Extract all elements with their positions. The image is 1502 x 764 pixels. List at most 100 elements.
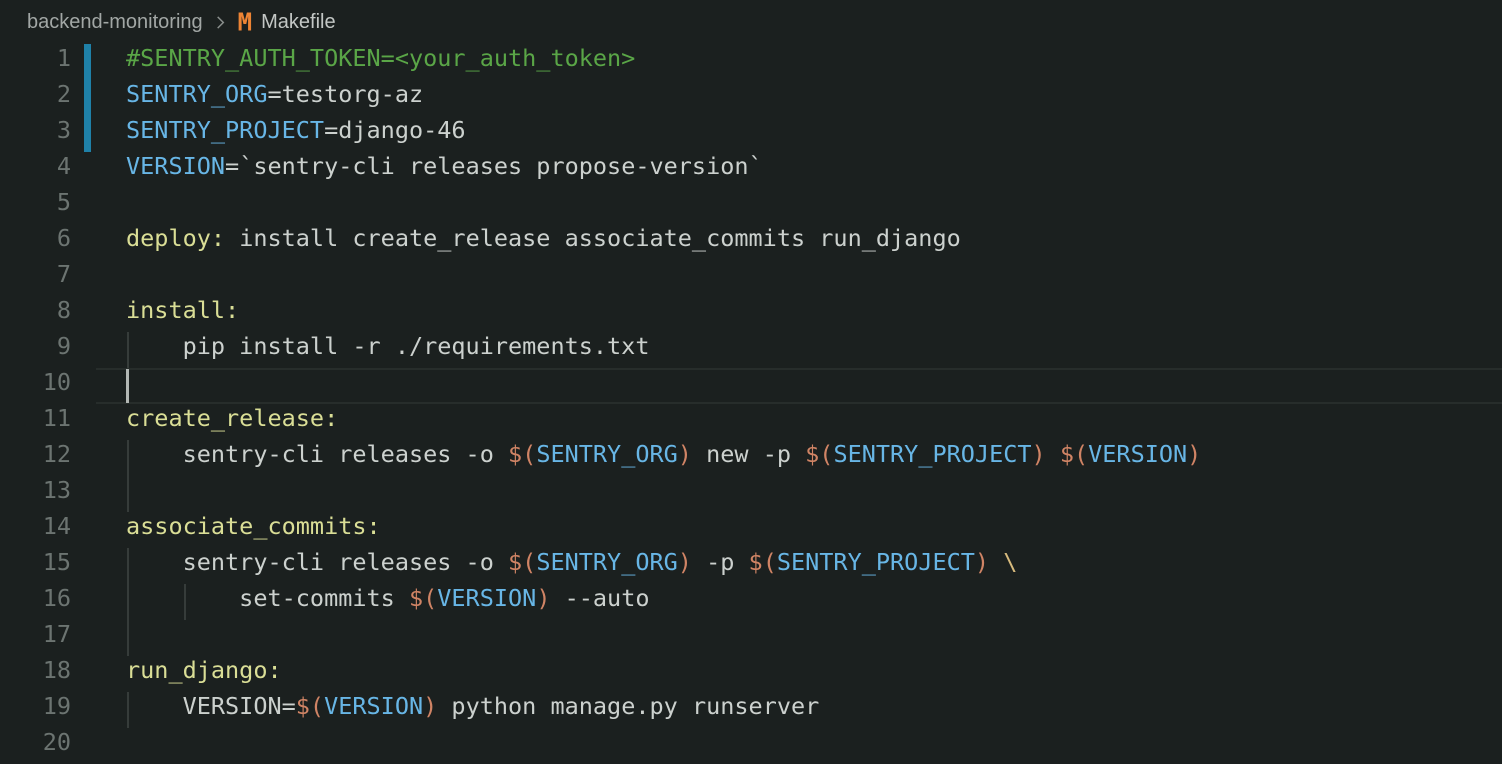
code-line-content[interactable]: create_release: <box>126 404 338 440</box>
line-number[interactable]: 8 <box>0 296 71 332</box>
code-token-punct: ) <box>678 548 692 576</box>
code-line: 3 SENTRY_PROJECT=django-46 <box>0 116 1502 152</box>
code-line: 2 SENTRY_ORG=testorg-az <box>0 80 1502 116</box>
code-line-content[interactable]: SENTRY_ORG=testorg-az <box>126 80 423 116</box>
code-token-punct: $( <box>296 692 324 720</box>
line-number[interactable]: 20 <box>0 728 71 764</box>
line-number[interactable]: 2 <box>0 80 71 116</box>
code-line-content[interactable]: #SENTRY_AUTH_TOKEN=<your_auth_token> <box>126 44 635 80</box>
line-number[interactable]: 18 <box>0 656 71 692</box>
code-token-punct: $( <box>1060 440 1088 468</box>
code-line: 1 #SENTRY_AUTH_TOKEN=<your_auth_token> <box>0 44 1502 80</box>
line-number[interactable]: 12 <box>0 440 71 476</box>
code-token-punct: $( <box>749 548 777 576</box>
code-token-var: VERSION <box>324 692 423 720</box>
code-line-content[interactable]: deploy: install create_release associate… <box>126 224 961 260</box>
indent-guide <box>184 584 186 620</box>
breadcrumb-folder[interactable]: backend-monitoring <box>27 11 203 34</box>
code-token-plain: set-commits <box>126 584 409 612</box>
indent-guide <box>127 584 129 620</box>
code-token-plain: install create_release associate_commits… <box>225 224 961 252</box>
code-line-content[interactable]: associate_commits: <box>126 512 381 548</box>
code-token-var: VERSION <box>1088 440 1187 468</box>
code-line: 18 run_django: <box>0 656 1502 692</box>
code-token-target: run_django: <box>126 656 282 684</box>
line-number[interactable]: 3 <box>0 116 71 152</box>
line-number[interactable]: 11 <box>0 404 71 440</box>
text-cursor <box>126 369 129 403</box>
code-token-punct: $( <box>409 584 437 612</box>
indent-guide <box>127 620 129 656</box>
git-modified-indicator[interactable] <box>84 80 91 116</box>
line-number[interactable]: 15 <box>0 548 71 584</box>
code-token-punct: ) <box>678 440 692 468</box>
line-number[interactable]: 19 <box>0 692 71 728</box>
code-line-content[interactable]: set-commits $(VERSION) --auto <box>126 584 650 620</box>
line-number[interactable]: 10 <box>0 368 71 404</box>
code-token-punct: ) <box>423 692 437 720</box>
code-token-punct: ) <box>1187 440 1201 468</box>
code-line-content[interactable]: sentry-cli releases -o $(SENTRY_ORG) -p … <box>126 548 1017 584</box>
code-line-content[interactable]: VERSION=$(VERSION) python manage.py runs… <box>126 692 819 728</box>
code-line-content[interactable]: pip install -r ./requirements.txt <box>126 332 649 368</box>
git-modified-indicator[interactable] <box>84 44 91 80</box>
code-line: 13 <box>0 476 1502 512</box>
code-line: 12 sentry-cli releases -o $(SENTRY_ORG) … <box>0 440 1502 476</box>
code-token-punct: ) <box>1032 440 1046 468</box>
code-token-target: create_release: <box>126 404 338 432</box>
code-line: 6 deploy: install create_release associa… <box>0 224 1502 260</box>
line-number[interactable]: 9 <box>0 332 71 368</box>
git-modified-indicator[interactable] <box>84 116 91 152</box>
code-line-content[interactable]: run_django: <box>126 656 282 692</box>
code-line: 11 create_release: <box>0 404 1502 440</box>
line-number[interactable]: 17 <box>0 620 71 656</box>
code-token-escape: \ <box>1003 548 1017 576</box>
code-line: 4 VERSION=`sentry-cli releases propose-v… <box>0 152 1502 188</box>
code-line: 15 sentry-cli releases -o $(SENTRY_ORG) … <box>0 548 1502 584</box>
line-number[interactable]: 1 <box>0 44 71 80</box>
indent-guide <box>127 332 129 368</box>
line-number[interactable]: 7 <box>0 260 71 296</box>
code-token-punct: $( <box>508 440 536 468</box>
code-token-plain: -p <box>692 548 749 576</box>
breadcrumb-file[interactable]: Makefile <box>261 11 335 34</box>
code-line-content[interactable]: SENTRY_PROJECT=django-46 <box>126 116 466 152</box>
code-line: 20 <box>0 728 1502 764</box>
line-number[interactable]: 16 <box>0 584 71 620</box>
code-line: 19 VERSION=$(VERSION) python manage.py r… <box>0 692 1502 728</box>
indent-guide <box>127 440 129 476</box>
code-token-plain: python manage.py runserver <box>437 692 819 720</box>
line-number[interactable]: 13 <box>0 476 71 512</box>
line-number[interactable]: 4 <box>0 152 71 188</box>
code-token-punct: ) <box>536 584 550 612</box>
code-token-punct: ) <box>975 548 989 576</box>
code-token-plain: =testorg-az <box>267 80 423 108</box>
code-token-plain: --auto <box>550 584 649 612</box>
code-line: 14 associate_commits: <box>0 512 1502 548</box>
code-token-target: install: <box>126 296 239 324</box>
line-number[interactable]: 5 <box>0 188 71 224</box>
chevron-right-icon <box>213 15 228 30</box>
code-token-punct: $( <box>508 548 536 576</box>
makefile-icon: M <box>238 9 252 34</box>
code-line: 9 pip install -r ./requirements.txt <box>0 332 1502 368</box>
code-line: 7 <box>0 260 1502 296</box>
code-line-content[interactable]: sentry-cli releases -o $(SENTRY_ORG) new… <box>126 440 1201 476</box>
code-token-var: VERSION <box>126 152 225 180</box>
code-token-target: deploy: <box>126 224 225 252</box>
code-line-content[interactable]: install: <box>126 296 239 332</box>
code-token-var: VERSION <box>437 584 536 612</box>
code-token-var: SENTRY_PROJECT <box>833 440 1031 468</box>
code-line: 8 install: <box>0 296 1502 332</box>
code-token-comment: #SENTRY_AUTH_TOKEN=<your_auth_token> <box>126 44 635 72</box>
line-number[interactable]: 14 <box>0 512 71 548</box>
code-token-var: SENTRY_ORG <box>536 440 677 468</box>
code-token-plain: sentry-cli releases -o <box>126 440 508 468</box>
code-editor: 1 #SENTRY_AUTH_TOKEN=<your_auth_token> 2… <box>0 44 1502 764</box>
line-number[interactable]: 6 <box>0 224 71 260</box>
code-line-content[interactable]: VERSION=`sentry-cli releases propose-ver… <box>126 152 763 188</box>
indent-guide <box>127 476 129 512</box>
code-token-plain: pip install -r ./requirements.txt <box>126 332 649 360</box>
code-token-plain <box>1046 440 1060 468</box>
current-line-highlight <box>96 368 1502 404</box>
